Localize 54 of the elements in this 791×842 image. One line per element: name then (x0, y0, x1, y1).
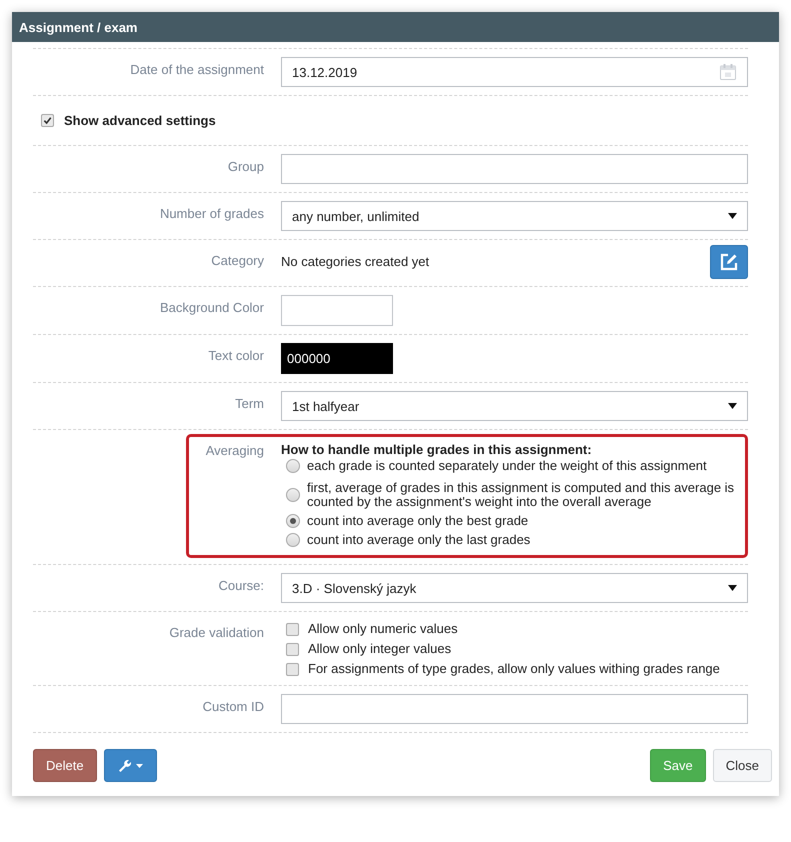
radio-button[interactable] (286, 514, 300, 528)
select-field[interactable]: 1st halfyear (281, 391, 748, 421)
field-label: Number of grades (158, 205, 264, 221)
caret-icon (728, 403, 737, 409)
field-label: Averaging (204, 442, 264, 458)
select-field[interactable]: 3.D · Slovenský jazyk (281, 573, 748, 603)
checkbox-label: Allow only numeric values (308, 621, 458, 637)
tools-button[interactable] (104, 749, 157, 782)
date-value: 13.12.2019 (292, 64, 358, 80)
checkbox[interactable] (286, 622, 299, 636)
radio-label: each grade is counted separately under the weight of this assignment (307, 459, 707, 473)
field-label: Date of the assignment (129, 61, 264, 77)
question-heading: How to handle multiple grades in this assignment: (281, 441, 593, 457)
checkbox-label: For assignments of type grades, allow only values withing grades range (308, 661, 720, 677)
radio-button[interactable] (286, 459, 300, 473)
color-field[interactable] (281, 295, 393, 326)
radio-label: first, average of grades in this assignment is computed and this average is counted by the assignment's weight into the overall average (307, 481, 736, 509)
checkbox[interactable] (286, 662, 299, 676)
dialog-title: Assignment / exam (19, 20, 138, 34)
field-label: Group (226, 158, 264, 174)
field-label: Custom ID (202, 698, 264, 714)
field-label: Text color (207, 347, 264, 363)
select-value: any number, unlimited (292, 208, 420, 224)
checkbox[interactable] (41, 114, 54, 127)
empty-message: No categories created yet (281, 254, 430, 269)
radio-button[interactable] (286, 488, 300, 502)
radio-button[interactable] (286, 533, 300, 547)
caret-icon (728, 585, 737, 591)
field-label: Grade validation (168, 624, 264, 640)
calendar-icon[interactable] (719, 63, 737, 81)
text-field[interactable] (281, 154, 748, 184)
checkbox-label: Show advanced settings (64, 113, 216, 128)
caret-icon (136, 764, 143, 768)
field-label: Course: (217, 577, 264, 593)
text-field[interactable] (281, 694, 748, 724)
field-label: Background Color (158, 299, 264, 315)
caret-icon (728, 213, 737, 219)
wrench-icon (118, 758, 132, 772)
delete-button[interactable]: Delete (33, 749, 97, 782)
field-label: Category (210, 252, 264, 268)
field-label: Term (234, 395, 264, 411)
radio-label: count into average only the last grades (307, 533, 530, 547)
date-field[interactable]: 13.12.2019 (281, 57, 748, 87)
select-field[interactable]: any number, unlimited (281, 201, 748, 231)
edit-icon (719, 252, 739, 272)
edit-button[interactable] (710, 244, 748, 278)
select-value: 1st halfyear (292, 398, 360, 414)
checkbox-label: Allow only integer values (308, 641, 452, 657)
color-field[interactable]: 000000 (281, 343, 393, 374)
select-value: 3.D · Slovenský jazyk (292, 580, 416, 596)
checkbox[interactable] (286, 642, 299, 656)
close-button[interactable]: Close (712, 749, 772, 782)
radio-label: count into average only the best grade (307, 514, 528, 528)
color-value: 000000 (287, 351, 330, 366)
